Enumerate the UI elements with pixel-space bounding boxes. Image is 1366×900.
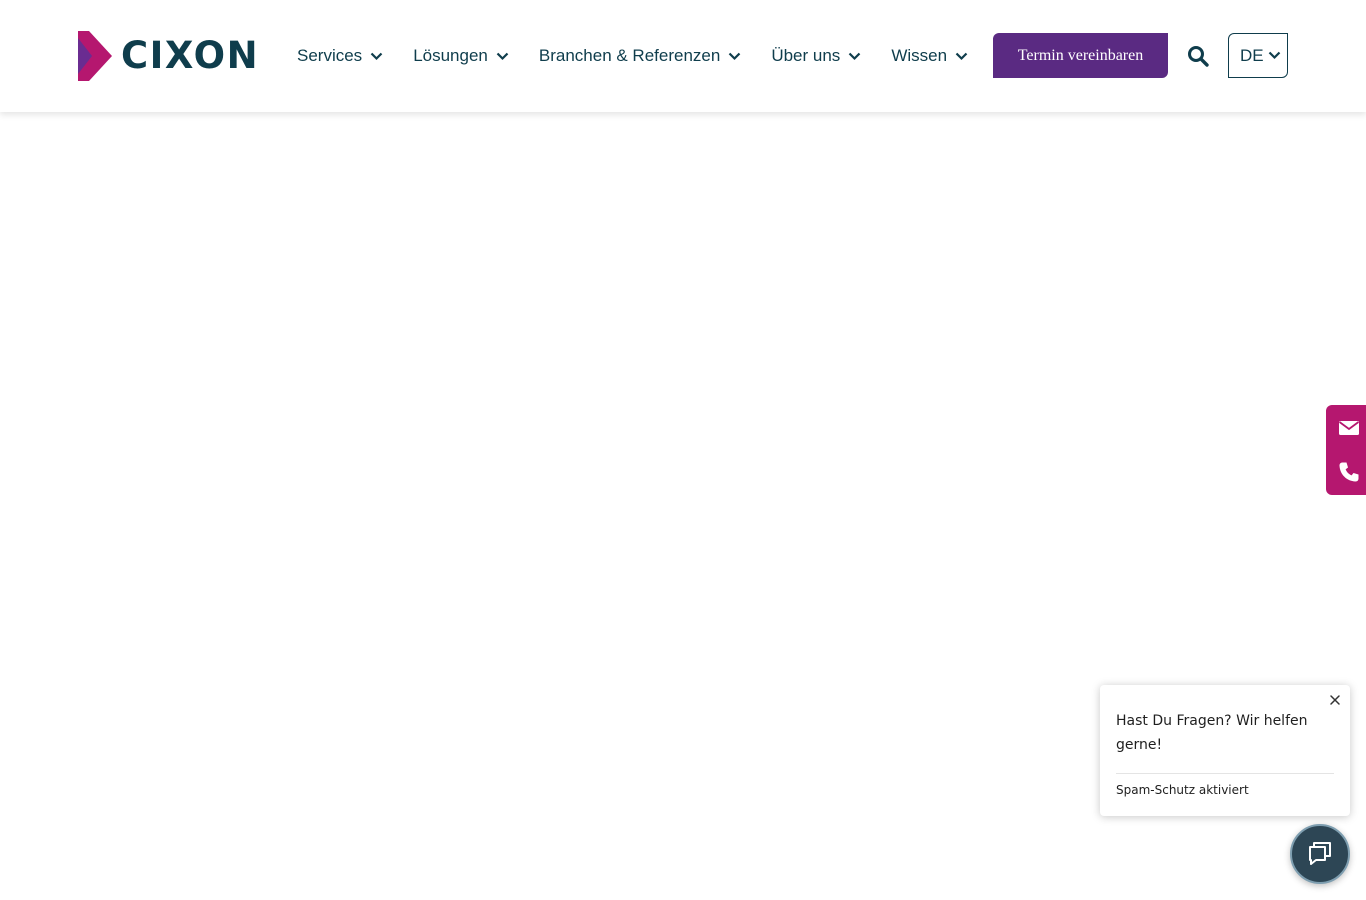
envelope-icon[interactable] [1338, 417, 1360, 439]
chat-bubble-icon [1309, 842, 1331, 865]
chevron-down-icon [849, 52, 861, 60]
phone-icon[interactable] [1338, 461, 1360, 483]
contact-side-tab [1326, 405, 1366, 495]
nav-item-branchen-referenzen[interactable]: Branchen & Referenzen [539, 46, 741, 66]
language-label: DE [1240, 45, 1264, 65]
search-icon[interactable] [1186, 44, 1210, 68]
nav-label: Branchen & Referenzen [538, 46, 721, 65]
chevron-down-icon [1268, 51, 1280, 60]
termin-vereinbaren-button[interactable]: Termin vereinbaren [993, 33, 1168, 78]
logo-chevron-icon [78, 31, 112, 81]
nav-item-ueber-uns[interactable]: Über uns [771, 46, 861, 66]
chevron-down-icon [729, 52, 741, 60]
close-icon[interactable] [1328, 693, 1342, 707]
spam-protection-note: Spam-Schutz aktiviert [1116, 783, 1249, 797]
chat-popup: Hast Du Fragen? Wir helfen gerne! Spam-S… [1100, 685, 1350, 816]
nav-item-services[interactable]: Services [297, 46, 383, 66]
nav-label: Services [297, 46, 363, 65]
language-select[interactable]: DE [1228, 33, 1288, 78]
main-nav: Services Lösungen Branchen & Referenzen … [297, 0, 968, 112]
cixon-logo-link[interactable]: CIXON [78, 31, 259, 81]
nav-label: Lösungen [413, 46, 488, 65]
chevron-down-icon [955, 52, 968, 60]
chat-divider [1116, 773, 1334, 774]
chevron-down-icon [370, 52, 383, 60]
chat-message: Hast Du Fragen? Wir helfen gerne! [1116, 713, 1308, 753]
nav-label: Über uns [771, 46, 841, 65]
site-header: CIXON Services Lösungen Branchen & Refer… [0, 0, 1366, 112]
nav-label: Wissen [891, 46, 948, 65]
chat-launcher-button[interactable] [1290, 824, 1350, 884]
chevron-down-icon [496, 52, 509, 60]
nav-item-wissen[interactable]: Wissen [891, 46, 968, 66]
logo-wordmark: CIXON [121, 34, 260, 77]
nav-item-loesungen[interactable]: Lösungen [413, 46, 509, 66]
